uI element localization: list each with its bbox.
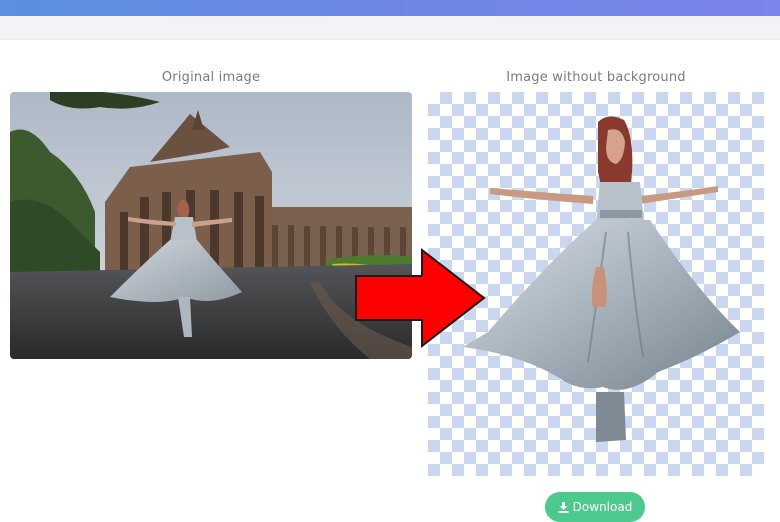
result-image-caption: Image without background [506, 70, 686, 85]
subheader-bar [0, 16, 780, 40]
right-arrow-icon [352, 246, 492, 350]
header-bar [0, 0, 780, 16]
download-label: Download [572, 500, 633, 514]
download-button[interactable]: Download [545, 492, 645, 522]
original-image-caption: Original image [161, 70, 261, 85]
download-icon [558, 501, 569, 513]
